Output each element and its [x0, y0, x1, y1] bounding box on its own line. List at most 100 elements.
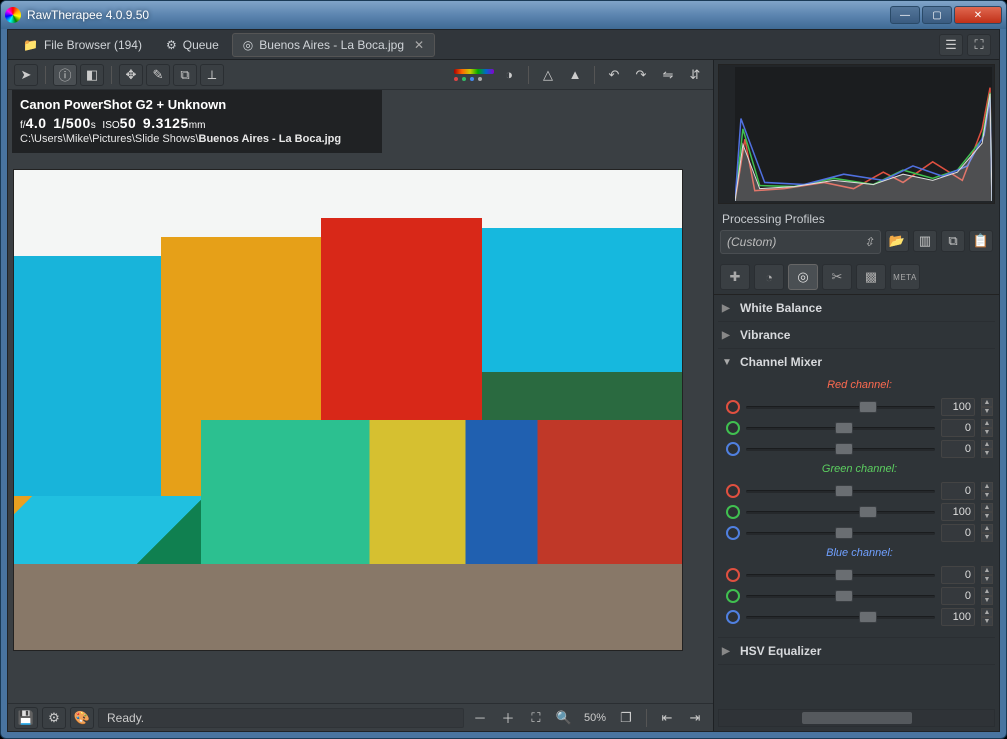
- panel-hsv-equalizer[interactable]: ▶ HSV Equalizer: [718, 638, 995, 664]
- slider-red-b[interactable]: [746, 441, 935, 457]
- panel-vibrance[interactable]: ▶ Vibrance: [718, 322, 995, 348]
- slider-red-g[interactable]: [746, 420, 935, 436]
- profile-copy-button[interactable]: ⧉: [941, 230, 965, 252]
- cat-transform[interactable]: ✂: [822, 264, 852, 290]
- titlebar[interactable]: RawTherapee 4.0.9.50 — ▢ ✕: [1, 1, 1006, 29]
- hand-tool-button[interactable]: ➤: [14, 64, 38, 86]
- rotate-right-icon: ↷: [636, 67, 647, 83]
- zoom-fit-button[interactable]: ⛶: [524, 707, 548, 729]
- move-tool-button[interactable]: ✥: [119, 64, 143, 86]
- slider-green-r[interactable]: [746, 483, 935, 499]
- reset-green-b[interactable]: [726, 526, 740, 540]
- zoom-100-button[interactable]: 🔍: [552, 707, 576, 729]
- reset-blue-b[interactable]: [726, 610, 740, 624]
- value-red-g[interactable]: 0: [941, 419, 975, 437]
- shadow-clip-button[interactable]: ▲: [563, 64, 587, 86]
- ext-editor-button[interactable]: 🎨: [70, 707, 94, 729]
- value-green-r[interactable]: 0: [941, 482, 975, 500]
- straighten-tool-button[interactable]: ⟂: [200, 64, 224, 86]
- spinner-red-b[interactable]: ▲▼: [981, 440, 993, 458]
- reset-green-r[interactable]: [726, 484, 740, 498]
- reset-red-g[interactable]: [726, 421, 740, 435]
- zoom-in-button[interactable]: ＋: [496, 707, 520, 729]
- maximize-button[interactable]: ▢: [922, 6, 952, 24]
- minimize-button[interactable]: —: [890, 6, 920, 24]
- rotate-left-button[interactable]: ↶: [602, 64, 626, 86]
- value-blue-g[interactable]: 0: [941, 587, 975, 605]
- info-toggle-button[interactable]: ⓘ: [53, 64, 77, 86]
- slider-blue-b[interactable]: [746, 609, 935, 625]
- spinner-blue-g[interactable]: ▲▼: [981, 587, 993, 605]
- picker-tool-button[interactable]: ✎: [146, 64, 170, 86]
- spinner-green-b[interactable]: ▲▼: [981, 524, 993, 542]
- cat-color[interactable]: ◎: [788, 264, 818, 290]
- reset-blue-r[interactable]: [726, 568, 740, 582]
- spinner-red-g[interactable]: ▲▼: [981, 419, 993, 437]
- zoom-out-button[interactable]: －: [468, 707, 492, 729]
- panel-white-balance[interactable]: ▶ White Balance: [718, 295, 995, 321]
- value-red-b[interactable]: 0: [941, 440, 975, 458]
- value-green-g[interactable]: 100: [941, 503, 975, 521]
- rt-icon: ◎: [243, 38, 253, 52]
- value-red-r[interactable]: 100: [941, 398, 975, 416]
- profile-save-button[interactable]: ▥: [913, 230, 937, 252]
- info-path-prefix: C:\Users\Mike\Pictures\Slide Shows\: [20, 133, 199, 145]
- spinner-green-g[interactable]: ▲▼: [981, 503, 993, 521]
- flip-h-button[interactable]: ⇋: [656, 64, 680, 86]
- profiles-heading: Processing Profiles: [714, 208, 999, 230]
- before-after-button[interactable]: ◧: [80, 64, 104, 86]
- tab-close-button[interactable]: ✕: [414, 38, 424, 52]
- spinner-red-r[interactable]: ▲▼: [981, 398, 993, 416]
- gears-icon: ⚙: [166, 38, 177, 52]
- highlight-clip-button[interactable]: △: [536, 64, 560, 86]
- nav-prev-button[interactable]: ⇤: [655, 707, 679, 729]
- cat-exposure[interactable]: ✚: [720, 264, 750, 290]
- spinner-blue-b[interactable]: ▲▼: [981, 608, 993, 626]
- zoom-icon: 🔍: [556, 710, 572, 726]
- cat-meta[interactable]: META: [890, 264, 920, 290]
- spinner-blue-r[interactable]: ▲▼: [981, 566, 993, 584]
- close-button[interactable]: ✕: [954, 6, 1002, 24]
- value-blue-b[interactable]: 100: [941, 608, 975, 626]
- toggle-panels-button[interactable]: ☰: [939, 34, 963, 56]
- tab-queue[interactable]: ⚙ Queue: [155, 33, 230, 57]
- image-canvas[interactable]: Canon PowerShot G2 + Unknown f/4.0 1/500…: [8, 90, 713, 703]
- right-panel-scrollbar[interactable]: [718, 709, 995, 727]
- queue-put-button[interactable]: ⚙: [42, 707, 66, 729]
- slider-green-b[interactable]: [746, 525, 935, 541]
- zoom-out-icon: －: [473, 708, 486, 727]
- value-green-b[interactable]: 0: [941, 524, 975, 542]
- reset-red-r[interactable]: [726, 400, 740, 414]
- profile-select[interactable]: (Custom) ⇳: [720, 230, 881, 254]
- save-button[interactable]: 💾: [14, 707, 38, 729]
- gamut-indicator[interactable]: [454, 66, 494, 84]
- panel-channel-mixer[interactable]: ▼ Channel Mixer: [718, 349, 995, 375]
- tab-queue-label: Queue: [183, 38, 219, 52]
- fullscreen-button[interactable]: ⛶: [967, 34, 991, 56]
- slider-blue-g[interactable]: [746, 588, 935, 604]
- preview-image[interactable]: [14, 170, 682, 650]
- new-detail-window-button[interactable]: ❐: [614, 707, 638, 729]
- tab-image[interactable]: ◎ Buenos Aires - La Boca.jpg ✕: [232, 33, 435, 57]
- reset-blue-g[interactable]: [726, 589, 740, 603]
- copy-icon: ⧉: [948, 233, 957, 249]
- histogram[interactable]: [718, 64, 995, 204]
- rotate-right-button[interactable]: ↷: [629, 64, 653, 86]
- info-camera: Canon PowerShot G2 + Unknown: [20, 96, 374, 114]
- profile-load-button[interactable]: 📂: [885, 230, 909, 252]
- flip-v-button[interactable]: ⇵: [683, 64, 707, 86]
- nav-next-button[interactable]: ⇥: [683, 707, 707, 729]
- cat-raw[interactable]: ▩: [856, 264, 886, 290]
- crop-tool-button[interactable]: ⧉: [173, 64, 197, 86]
- profile-paste-button[interactable]: 📋: [969, 230, 993, 252]
- value-blue-r[interactable]: 0: [941, 566, 975, 584]
- slider-red-r[interactable]: [746, 399, 935, 415]
- slider-green-g[interactable]: [746, 504, 935, 520]
- reset-green-g[interactable]: [726, 505, 740, 519]
- spinner-green-r[interactable]: ▲▼: [981, 482, 993, 500]
- slider-blue-r[interactable]: [746, 567, 935, 583]
- cat-detail[interactable]: ◔: [754, 264, 784, 290]
- tab-file-browser[interactable]: 📁 File Browser (194): [12, 33, 153, 57]
- soft-proof-button[interactable]: ◑: [497, 64, 521, 86]
- reset-red-b[interactable]: [726, 442, 740, 456]
